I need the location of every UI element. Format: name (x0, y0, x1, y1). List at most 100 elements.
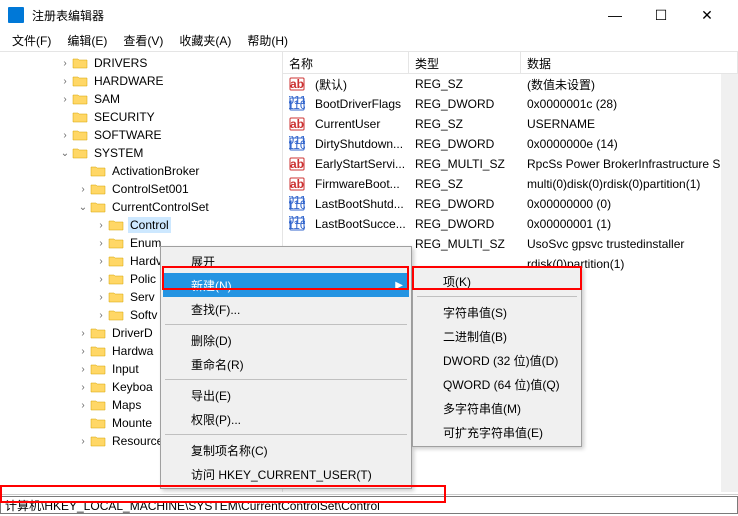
cm-new-expand[interactable]: 可扩充字符串值(E) (415, 420, 579, 444)
tree-node[interactable]: ›SAM (0, 90, 282, 108)
cm-goto[interactable]: 访问 HKEY_CURRENT_USER(T) (163, 462, 409, 486)
cell-type: REG_SZ (409, 77, 521, 91)
col-data[interactable]: 数据 (521, 52, 738, 73)
svg-text:ab: ab (290, 77, 304, 91)
cm-find[interactable]: 查找(F)... (163, 297, 409, 321)
tree-node[interactable]: › Control (0, 216, 282, 234)
chevron-icon[interactable]: ⌄ (76, 202, 90, 213)
chevron-icon[interactable]: › (94, 310, 108, 321)
chevron-right-icon: ▶ (395, 280, 403, 291)
tree-label: Mounte (110, 415, 154, 431)
list-row[interactable]: abFirmwareBoot...REG_SZmulti(0)disk(0)rd… (283, 174, 738, 194)
menu-bar: 文件(F) 编辑(E) 查看(V) 收藏夹(A) 帮助(H) (0, 30, 738, 52)
cm-copykey[interactable]: 复制项名称(C) (163, 438, 409, 462)
folder-icon (108, 290, 124, 304)
vertical-scrollbar[interactable] (721, 74, 738, 492)
chevron-icon[interactable]: › (94, 292, 108, 303)
menu-favorites[interactable]: 收藏夹(A) (171, 30, 239, 51)
chevron-icon[interactable]: › (94, 220, 108, 231)
cm-new-multi[interactable]: 多字符串值(M) (415, 396, 579, 420)
col-name[interactable]: 名称 (283, 52, 409, 73)
cm-export[interactable]: 导出(E) (163, 383, 409, 407)
cell-type: REG_SZ (409, 117, 521, 131)
window-title: 注册表编辑器 (32, 7, 592, 24)
chevron-icon[interactable]: › (76, 364, 90, 375)
close-button[interactable]: ✕ (684, 0, 730, 30)
chevron-icon[interactable]: › (58, 130, 72, 141)
tree-label: Enum (128, 235, 163, 251)
menu-help[interactable]: 帮助(H) (239, 30, 296, 51)
cm-new-binary[interactable]: 二进制值(B) (415, 324, 579, 348)
context-menu-main: 展开 新建(N)▶ 查找(F)... 删除(D) 重命名(R) 导出(E) 权限… (160, 246, 412, 489)
tree-node[interactable]: › SOFTWARE (0, 126, 282, 144)
chevron-icon[interactable]: › (58, 76, 72, 87)
cell-data: UsoSvc gpsvc trustedinstaller (521, 237, 738, 251)
chevron-icon[interactable]: › (76, 346, 90, 357)
minimize-button[interactable]: — (592, 0, 638, 30)
cm-delete[interactable]: 删除(D) (163, 328, 409, 352)
list-row[interactable]: 011110LastBootSucce...REG_DWORD0x0000000… (283, 214, 738, 234)
cm-new-key[interactable]: 项(K) (415, 269, 579, 293)
menu-view[interactable]: 查看(V) (115, 30, 171, 51)
svg-text:110: 110 (289, 138, 305, 152)
cell-type: REG_DWORD (409, 137, 521, 151)
chevron-icon[interactable]: › (58, 58, 72, 69)
chevron-icon[interactable]: › (76, 382, 90, 393)
tree-node[interactable]: ›ControlSet001 (0, 180, 282, 198)
tree-label: SOFTWARE (92, 127, 164, 143)
tree-label: Maps (110, 397, 143, 413)
list-row[interactable]: 011110LastBootShutd...REG_DWORD0x0000000… (283, 194, 738, 214)
cell-type: REG_MULTI_SZ (409, 237, 521, 251)
list-row[interactable]: 011110BootDriverFlagsREG_DWORD0x0000001c… (283, 94, 738, 114)
string-value-icon: ab (289, 76, 305, 92)
cell-data: (数值未设置) (521, 76, 738, 93)
cm-new[interactable]: 新建(N)▶ (163, 273, 409, 297)
col-type[interactable]: 类型 (409, 52, 521, 73)
cm-new-dword[interactable]: DWORD (32 位)值(D) (415, 348, 579, 372)
binary-value-icon: 011110 (289, 196, 305, 212)
cm-rename[interactable]: 重命名(R) (163, 352, 409, 376)
maximize-button[interactable]: ☐ (638, 0, 684, 30)
cm-new-qword[interactable]: QWORD (64 位)值(Q) (415, 372, 579, 396)
folder-icon (90, 200, 106, 214)
menu-edit[interactable]: 编辑(E) (59, 30, 115, 51)
chevron-icon[interactable]: › (76, 184, 90, 195)
list-row[interactable]: 011110DirtyShutdown...REG_DWORD0x0000000… (283, 134, 738, 154)
tree-node[interactable]: ActivationBroker (0, 162, 282, 180)
chevron-icon[interactable]: › (76, 436, 90, 447)
address-bar[interactable] (0, 496, 738, 514)
chevron-icon[interactable]: › (94, 274, 108, 285)
cell-data: multi(0)disk(0)rdisk(0)partition(1) (521, 177, 738, 191)
chevron-icon[interactable]: › (76, 328, 90, 339)
tree-node[interactable]: ⌄SYSTEM (0, 144, 282, 162)
cm-new-string[interactable]: 字符串值(S) (415, 300, 579, 324)
tree-node[interactable]: ›DRIVERS (0, 54, 282, 72)
string-value-icon: ab (289, 116, 305, 132)
menu-file[interactable]: 文件(F) (4, 30, 59, 51)
tree-node[interactable]: ›HARDWARE (0, 72, 282, 90)
cell-type: REG_DWORD (409, 197, 521, 211)
folder-icon (108, 236, 124, 250)
cm-permissions[interactable]: 权限(P)... (163, 407, 409, 431)
chevron-icon[interactable]: › (94, 256, 108, 267)
chevron-icon[interactable]: › (94, 238, 108, 249)
separator (165, 379, 407, 380)
tree-label: Control (128, 217, 171, 233)
tree-label: Softv (128, 307, 159, 323)
list-row[interactable]: ab(默认)REG_SZ(数值未设置) (283, 74, 738, 94)
list-row[interactable]: abCurrentUserREG_SZUSERNAME (283, 114, 738, 134)
cell-data: USERNAME (521, 117, 738, 131)
tree-node[interactable]: SECURITY (0, 108, 282, 126)
chevron-icon[interactable]: › (58, 94, 72, 105)
context-menu-new: 项(K) 字符串值(S) 二进制值(B) DWORD (32 位)值(D) QW… (412, 266, 582, 447)
cm-expand[interactable]: 展开 (163, 249, 409, 273)
chevron-icon[interactable]: › (76, 400, 90, 411)
separator (417, 296, 577, 297)
chevron-icon[interactable]: ⌄ (58, 148, 72, 159)
list-row[interactable]: abEarlyStartServi...REG_MULTI_SZRpcSs Po… (283, 154, 738, 174)
tree-node[interactable]: ⌄CurrentControlSet (0, 198, 282, 216)
tree-label: Input (110, 361, 141, 377)
tree-label: Hardv (128, 253, 164, 269)
folder-icon (72, 128, 88, 142)
tree-label: SECURITY (92, 109, 157, 125)
